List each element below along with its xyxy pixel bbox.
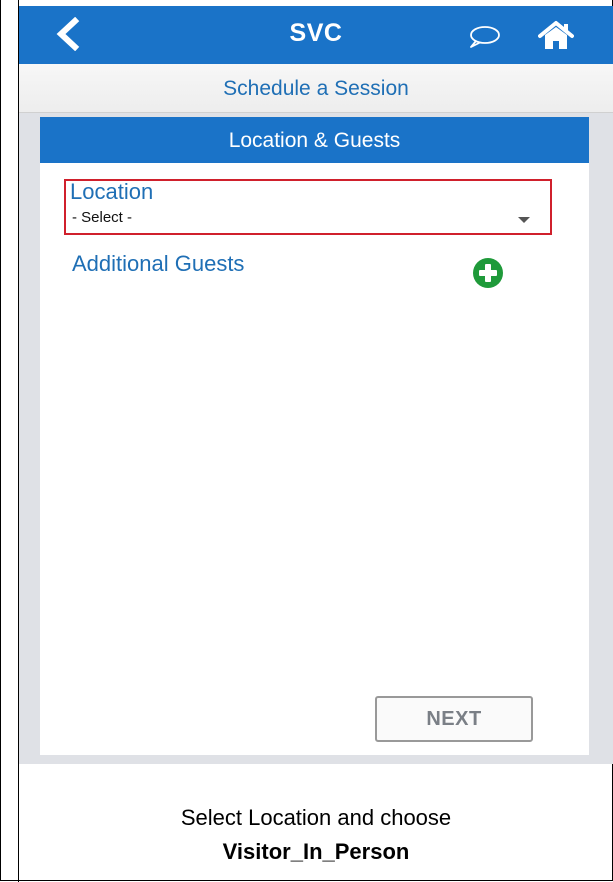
- location-guests-panel: Location & Guests Location - Select - Ad…: [40, 117, 589, 755]
- app-screen: SVC Schedule a Session Location & Guests…: [19, 6, 613, 764]
- location-label: Location: [70, 179, 154, 204]
- plus-circle-icon[interactable]: [472, 257, 504, 289]
- panel-header: Location & Guests: [40, 117, 589, 163]
- instruction-text: Select Location and choose: [180, 805, 452, 830]
- location-select-value: - Select -: [72, 209, 133, 226]
- page-subheader: Schedule a Session: [19, 64, 613, 113]
- dropdown-arrow-icon: [518, 217, 530, 223]
- top-bar: SVC: [19, 6, 613, 64]
- page-title: Schedule a Session: [223, 77, 409, 100]
- instruction-option: Visitor_In_Person: [222, 839, 410, 864]
- app-title: SVC: [289, 19, 343, 47]
- chat-bubble-icon[interactable]: [467, 24, 501, 50]
- next-button[interactable]: NEXT: [375, 696, 533, 742]
- location-select[interactable]: Location - Select -: [64, 179, 552, 235]
- additional-guests-label: Additional Guests: [72, 251, 245, 276]
- home-icon[interactable]: [538, 20, 574, 52]
- panel-title: Location & Guests: [228, 129, 401, 152]
